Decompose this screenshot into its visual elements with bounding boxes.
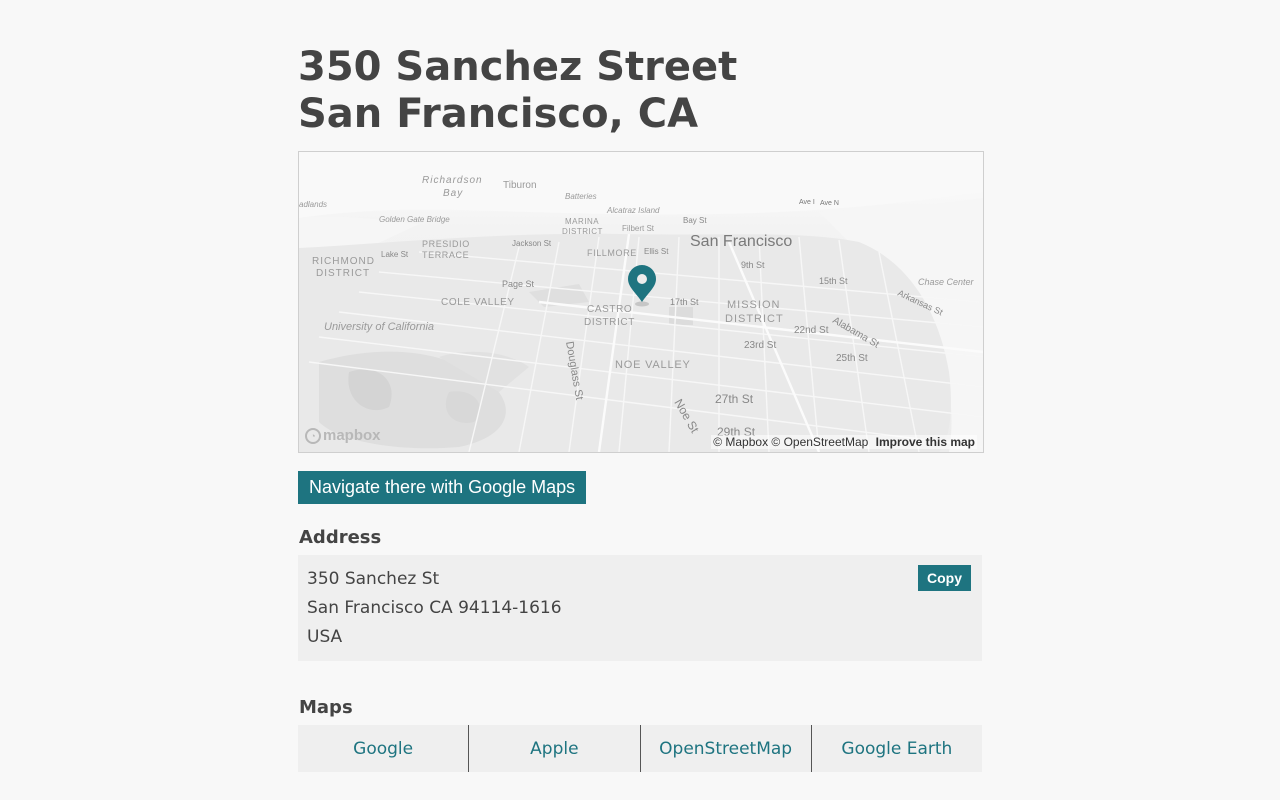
map-canvas[interactable]: Richardson Bay Tiburon Batteries adlands…: [299, 152, 983, 452]
map-label: DISTRICT: [562, 227, 603, 236]
map-label: DISTRICT: [584, 317, 635, 328]
address-heading: Address: [299, 527, 382, 548]
copy-button[interactable]: Copy: [918, 565, 971, 591]
maps-links: Google Apple OpenStreetMap Google Earth: [298, 725, 982, 772]
mapbox-logo-icon: ◔: [305, 427, 321, 444]
map-label: Ave N: [820, 200, 839, 207]
map-label: Jackson St: [512, 239, 552, 248]
map-view[interactable]: Richardson Bay Tiburon Batteries adlands…: [298, 151, 984, 453]
map-label: Page St: [502, 279, 535, 289]
map-label: CASTRO: [587, 304, 632, 315]
map-label: 9th St: [741, 260, 765, 270]
map-attribution: © Mapbox © OpenStreetMap Improve this ma…: [711, 435, 977, 449]
map-label: 22nd St: [794, 325, 829, 336]
map-label: Batteries: [565, 192, 597, 201]
map-link-openstreetmap[interactable]: OpenStreetMap: [639, 725, 811, 772]
address-line: USA: [307, 627, 343, 647]
page-title-line1: 350 Sanchez Street: [298, 44, 738, 90]
map-label: Ellis St: [644, 247, 669, 256]
map-label: Golden Gate Bridge: [379, 215, 450, 224]
map-label: TERRACE: [422, 250, 469, 260]
map-label: 27th St: [715, 392, 754, 406]
map-label: PRESIDIO: [422, 239, 470, 249]
map-label: Filbert St: [622, 224, 655, 233]
mapbox-logo[interactable]: ◔ mapbox: [305, 427, 381, 444]
address-panel: 350 Sanchez St San Francisco CA 94114-16…: [298, 555, 982, 661]
page-title: 350 Sanchez Street San Francisco, CA: [298, 44, 984, 138]
map-label: 23rd St: [744, 340, 776, 351]
maps-heading: Maps: [299, 697, 353, 718]
map-label: Tiburon: [503, 180, 537, 191]
map-label: adlands: [299, 200, 327, 209]
address-line: 350 Sanchez St: [307, 569, 440, 589]
map-label: MISSION: [727, 299, 780, 311]
map-label: Alcatraz Island: [606, 206, 660, 215]
map-label: Bay St: [683, 216, 707, 225]
map-label: DISTRICT: [316, 268, 370, 279]
map-label: San Francisco: [690, 233, 792, 250]
map-label: Chase Center: [918, 277, 975, 287]
map-link-apple[interactable]: Apple: [468, 725, 639, 772]
map-label: 25th St: [836, 353, 868, 364]
navigate-google-maps-button[interactable]: Navigate there with Google Maps: [298, 471, 587, 504]
address-line: San Francisco CA 94114-1616: [307, 598, 562, 618]
mapbox-logo-text: mapbox: [323, 427, 381, 444]
map-label: 17th St: [670, 297, 699, 307]
map-label: COLE VALLEY: [441, 297, 515, 308]
map-link-google[interactable]: Google: [298, 725, 468, 772]
map-label: Lake St: [381, 250, 409, 259]
map-label: DISTRICT: [725, 313, 784, 325]
map-label: University of California: [324, 321, 434, 333]
map-label: Bay: [443, 188, 463, 199]
map-label: MARINA: [565, 217, 599, 226]
map-label: Richardson: [422, 175, 483, 186]
map-label: 15th St: [819, 276, 848, 286]
address-text: 350 Sanchez St San Francisco CA 94114-16…: [307, 565, 562, 652]
page-container: 350 Sanchez Street San Francisco, CA Ric…: [298, 0, 984, 772]
map-label: FILLMORE: [587, 248, 637, 258]
map-label: RICHMOND: [312, 256, 375, 267]
improve-map-link[interactable]: Improve this map: [876, 435, 975, 449]
map-label: Ave I: [799, 199, 815, 206]
attribution-text[interactable]: © Mapbox © OpenStreetMap: [713, 435, 868, 449]
map-link-google-earth[interactable]: Google Earth: [810, 725, 982, 772]
page-title-line2: San Francisco, CA: [298, 91, 699, 137]
map-label: NOE VALLEY: [615, 359, 691, 371]
